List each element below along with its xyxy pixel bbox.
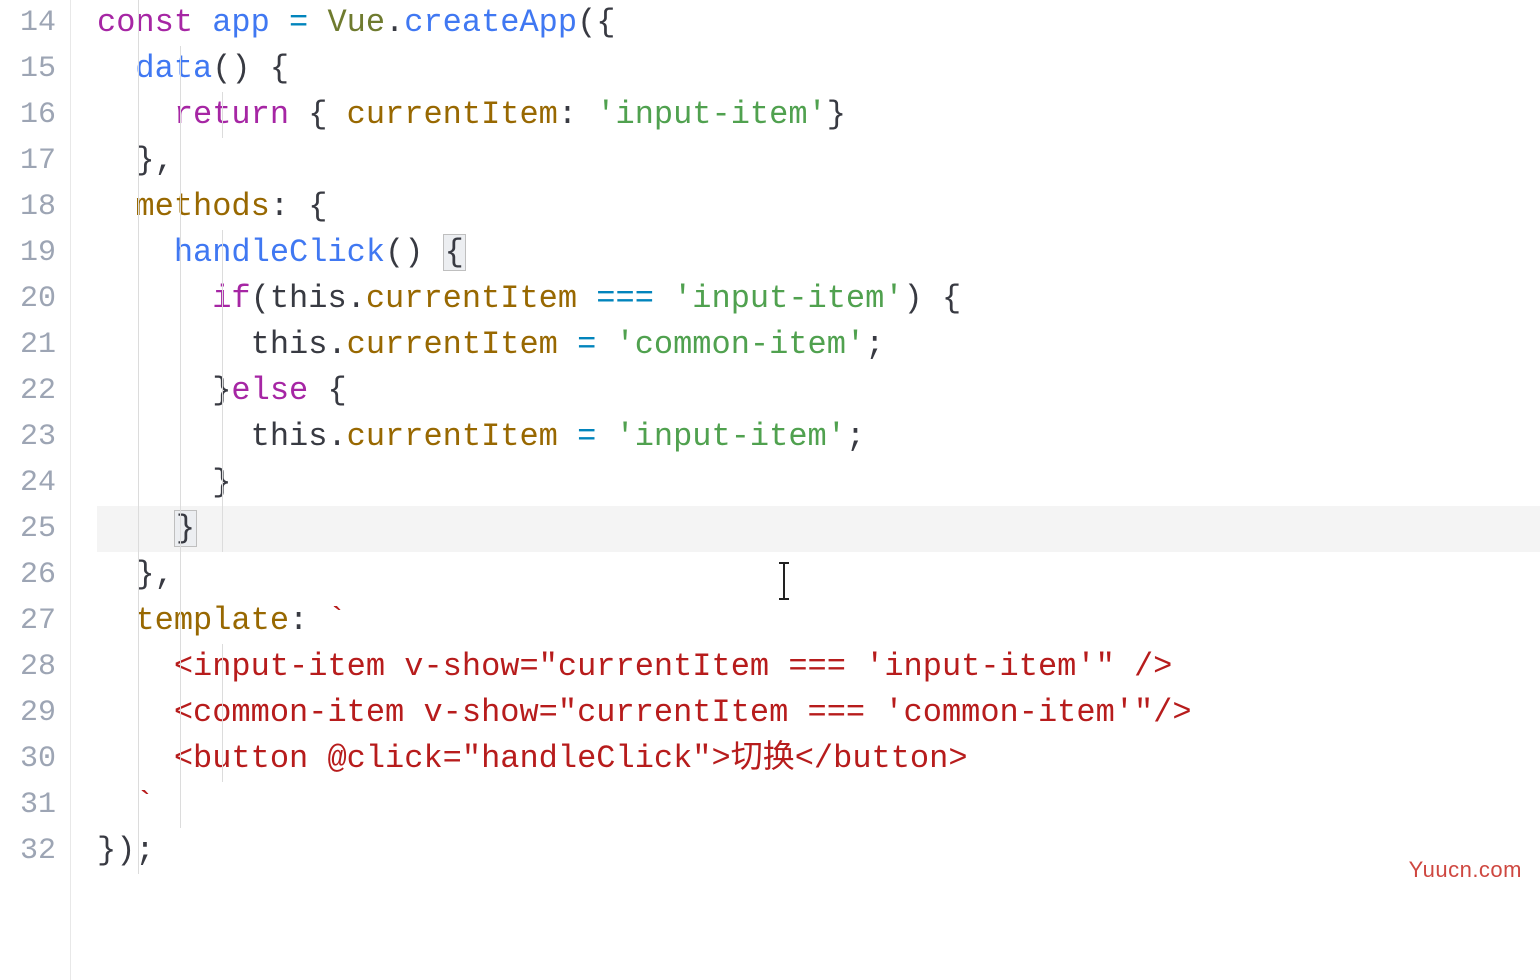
text-cursor-icon: [783, 562, 785, 600]
code-line[interactable]: },: [97, 138, 1540, 184]
code-editor[interactable]: 14 15 16 17 18 19 20 21 22 23 24 25 26 2…: [0, 0, 1540, 980]
line-number: 31: [0, 782, 56, 828]
line-number: 32: [0, 828, 56, 874]
line-number: 29: [0, 690, 56, 736]
code-line[interactable]: <input-item v-show="currentItem === 'inp…: [97, 644, 1540, 690]
code-line[interactable]: const app = Vue.createApp({: [97, 0, 1540, 46]
line-number: 15: [0, 46, 56, 92]
line-number: 24: [0, 460, 56, 506]
line-number: 25: [0, 506, 56, 552]
line-number: 16: [0, 92, 56, 138]
line-number: 14: [0, 0, 56, 46]
matched-bracket-open: {: [443, 234, 466, 271]
line-number: 21: [0, 322, 56, 368]
line-number-gutter: 14 15 16 17 18 19 20 21 22 23 24 25 26 2…: [0, 0, 70, 980]
line-number: 28: [0, 644, 56, 690]
code-content[interactable]: const app = Vue.createApp({ data() { ret…: [70, 0, 1540, 980]
code-line[interactable]: <common-item v-show="currentItem === 'co…: [97, 690, 1540, 736]
code-line[interactable]: `: [97, 782, 1540, 828]
line-number: 27: [0, 598, 56, 644]
code-line[interactable]: return { currentItem: 'input-item'}: [97, 92, 1540, 138]
line-number: 20: [0, 276, 56, 322]
matched-bracket-close: }: [174, 510, 197, 547]
code-line[interactable]: this.currentItem = 'input-item';: [97, 414, 1540, 460]
code-line[interactable]: template: `: [97, 598, 1540, 644]
line-number: 22: [0, 368, 56, 414]
code-line[interactable]: if(this.currentItem === 'input-item') {: [97, 276, 1540, 322]
code-line[interactable]: handleClick() {: [97, 230, 1540, 276]
line-number: 23: [0, 414, 56, 460]
watermark-label: Yuucn.com: [1409, 854, 1522, 886]
code-line[interactable]: });: [97, 828, 1540, 874]
code-line[interactable]: },: [97, 552, 1540, 598]
code-line[interactable]: }: [97, 460, 1540, 506]
code-line[interactable]: methods: {: [97, 184, 1540, 230]
code-line[interactable]: }else {: [97, 368, 1540, 414]
code-line[interactable]: this.currentItem = 'common-item';: [97, 322, 1540, 368]
line-number: 19: [0, 230, 56, 276]
line-number: 18: [0, 184, 56, 230]
line-number: 17: [0, 138, 56, 184]
line-number: 26: [0, 552, 56, 598]
code-line[interactable]: <button @click="handleClick">切换</button>: [97, 736, 1540, 782]
code-line-active[interactable]: }: [97, 506, 1540, 552]
line-number: 30: [0, 736, 56, 782]
code-line[interactable]: data() {: [97, 46, 1540, 92]
